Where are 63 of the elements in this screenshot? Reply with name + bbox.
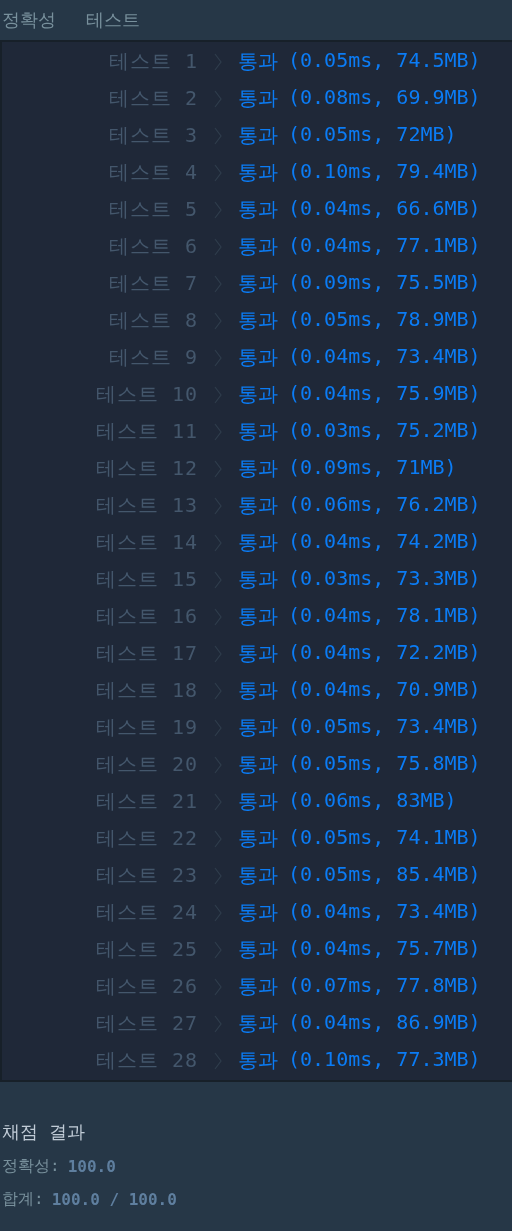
header-label: 테스트 <box>86 8 140 32</box>
test-result: (0.04ms, 75.9MB) <box>288 381 481 407</box>
pass-verdict: 통과 <box>238 751 278 778</box>
pass-verdict: 통과 <box>238 714 278 741</box>
test-result: (0.04ms, 70.9MB) <box>288 677 481 703</box>
test-result: (0.04ms, 73.4MB) <box>288 899 481 925</box>
test-result: (0.05ms, 74.1MB) <box>288 825 481 851</box>
pass-verdict: 통과 <box>238 603 278 630</box>
test-result: (0.05ms, 72MB) <box>288 122 457 148</box>
pass-verdict: 통과 <box>238 85 278 112</box>
pass-verdict: 통과 <box>238 270 278 297</box>
pass-verdict: 통과 <box>238 529 278 556</box>
test-result: (0.05ms, 85.4MB) <box>288 862 481 888</box>
pass-verdict: 통과 <box>238 640 278 667</box>
test-result: (0.04ms, 75.7MB) <box>288 936 481 962</box>
test-result: (0.03ms, 73.3MB) <box>288 566 481 592</box>
test-result: (0.06ms, 83MB) <box>288 788 457 814</box>
pass-verdict: 통과 <box>238 159 278 186</box>
test-result: (0.10ms, 77.3MB) <box>288 1047 481 1073</box>
pass-verdict: 통과 <box>238 677 278 704</box>
summary-value: 100.0 / 100.0 <box>51 1190 177 1209</box>
pass-verdict: 통과 <box>238 418 278 445</box>
test-result: (0.04ms, 86.9MB) <box>288 1010 481 1036</box>
test-result: (0.04ms, 72.2MB) <box>288 640 481 666</box>
test-result: (0.10ms, 79.4MB) <box>288 159 481 185</box>
test-result: (0.04ms, 74.2MB) <box>288 529 481 555</box>
test-result: (0.04ms, 73.4MB) <box>288 344 481 370</box>
pass-verdict: 통과 <box>238 492 278 519</box>
test-result: (0.09ms, 75.5MB) <box>288 270 481 296</box>
test-result: (0.07ms, 77.8MB) <box>288 973 481 999</box>
test-result: (0.05ms, 73.4MB) <box>288 714 481 740</box>
pass-verdict: 통과 <box>238 936 278 963</box>
pass-verdict: 통과 <box>238 1010 278 1037</box>
test-result: (0.04ms, 78.1MB) <box>288 603 481 629</box>
pass-verdict: 통과 <box>238 1047 278 1074</box>
pass-verdict: 통과 <box>238 566 278 593</box>
pass-verdict: 통과 <box>238 825 278 852</box>
pass-verdict: 통과 <box>238 788 278 815</box>
pass-verdict: 통과 <box>238 307 278 334</box>
pass-verdict: 통과 <box>238 862 278 889</box>
test-result: (0.06ms, 76.2MB) <box>288 492 481 518</box>
test-result: (0.04ms, 66.6MB) <box>288 196 481 222</box>
pass-verdict: 통과 <box>238 48 278 75</box>
test-result: (0.05ms, 78.9MB) <box>288 307 481 333</box>
pass-verdict: 통과 <box>238 973 278 1000</box>
test-result: (0.03ms, 75.2MB) <box>288 418 481 444</box>
test-result: (0.09ms, 71MB) <box>288 455 457 481</box>
pass-verdict: 통과 <box>238 196 278 223</box>
test-result: (0.05ms, 75.8MB) <box>288 751 481 777</box>
pass-verdict: 통과 <box>238 344 278 371</box>
pass-verdict: 통과 <box>238 455 278 482</box>
summary-title: 채점 결과 <box>2 1120 86 1144</box>
pass-verdict: 통과 <box>238 381 278 408</box>
summary-label: 정확성: <box>2 1156 60 1177</box>
header-label: 정확성 <box>2 8 56 32</box>
pass-verdict: 통과 <box>238 233 278 260</box>
summary-value: 100.0 <box>67 1157 116 1176</box>
pass-verdict: 통과 <box>238 122 278 149</box>
summary-label: 합계: <box>2 1189 44 1210</box>
test-result: (0.08ms, 69.9MB) <box>288 85 481 111</box>
test-result: (0.04ms, 77.1MB) <box>288 233 481 259</box>
test-result: (0.05ms, 74.5MB) <box>288 48 481 74</box>
pass-verdict: 통과 <box>238 899 278 926</box>
